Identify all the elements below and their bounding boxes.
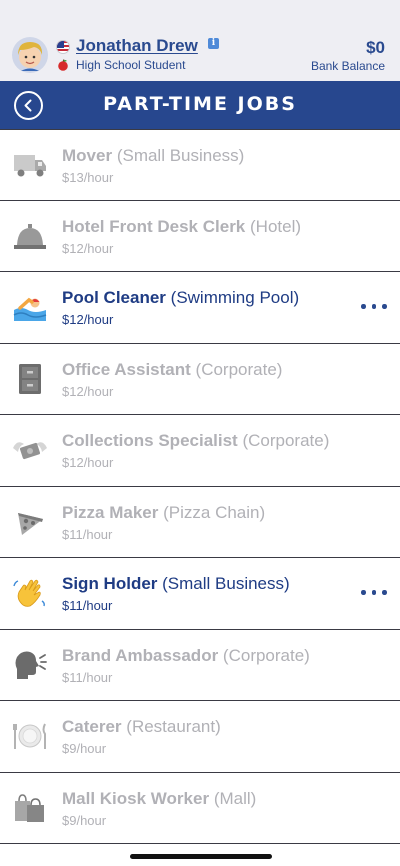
job-name: Brand Ambassador	[62, 645, 219, 665]
job-place: (Hotel)	[250, 216, 302, 236]
job-name: Caterer	[62, 717, 122, 736]
job-name: Office Assistant	[62, 359, 191, 379]
speaking-head-icon	[15, 651, 47, 679]
job-wage: $11/hour	[62, 526, 113, 542]
plate-cutlery-icon	[13, 723, 46, 749]
job-wage: $12/hour	[62, 312, 114, 327]
job-name: Pizza Maker	[62, 502, 159, 522]
truck-icon	[14, 155, 46, 177]
job-name: Pool Cleaner	[62, 288, 166, 307]
job-name: Mall Kiosk Worker	[62, 788, 210, 808]
job-row-hotel-front-desk-clerk[interactable]: Hotel Front Desk Clerk (Hotel) $12/hour	[0, 200, 400, 272]
job-wage: $13/hour	[62, 170, 114, 185]
shopping-bags-icon	[15, 793, 44, 822]
page-title: PART-TIME JOBS	[103, 93, 297, 115]
job-place: (Small Business)	[162, 574, 290, 593]
info-icon[interactable]: i	[208, 38, 219, 49]
job-row-mover[interactable]: Mover (Small Business) $13/hour	[0, 129, 400, 201]
job-wage: $9/hour	[62, 741, 107, 756]
job-row-brand-ambassador[interactable]: Brand Ambassador (Corporate) $11/hour	[0, 629, 400, 701]
job-place: (Corporate)	[242, 431, 330, 450]
more-options-button[interactable]	[360, 298, 388, 314]
job-name: Sign Holder	[62, 574, 158, 593]
job-wage: $9/hour	[62, 812, 107, 828]
job-wage: $12/hour	[62, 240, 114, 256]
player-name[interactable]: Jonathan Drew	[76, 36, 198, 56]
apple-icon	[58, 59, 68, 71]
player-header: Jonathan Drew i High School Student $0 B…	[0, 0, 400, 81]
bank-balance[interactable]: $0	[366, 38, 385, 58]
avatar[interactable]	[12, 37, 48, 73]
job-place: (Swimming Pool)	[170, 288, 300, 307]
more-options-button[interactable]	[360, 584, 388, 600]
screen: Jonathan Drew i High School Student $0 B…	[0, 0, 400, 866]
file-cabinet-icon	[19, 363, 41, 394]
job-place: (Mall)	[213, 788, 257, 808]
us-flag-icon	[56, 40, 70, 54]
title-bar: PART-TIME JOBS	[0, 81, 400, 129]
job-row-office-assistant[interactable]: Office Assistant (Corporate) $12/hour	[0, 343, 400, 415]
service-bell-icon	[14, 223, 46, 249]
bank-balance-label: Bank Balance	[310, 59, 385, 73]
swimmer-icon	[13, 297, 47, 321]
job-row-mall-kiosk-worker[interactable]: Mall Kiosk Worker (Mall) $9/hour	[0, 772, 400, 844]
job-place: (Corporate)	[222, 645, 310, 665]
job-name: Collections Specialist	[62, 431, 238, 450]
job-wage: $11/hour	[62, 598, 113, 613]
job-list: Mover (Small Business) $13/hour Hotel Fr…	[0, 129, 400, 844]
pizza-icon	[18, 512, 43, 535]
job-name: Hotel Front Desk Clerk	[62, 216, 246, 236]
job-place: (Corporate)	[195, 359, 283, 379]
job-place: (Pizza Chain)	[163, 502, 266, 522]
money-wings-icon	[13, 442, 47, 460]
job-name: Mover	[62, 146, 113, 165]
home-indicator[interactable]	[130, 854, 272, 859]
waving-hand-icon	[13, 579, 45, 607]
job-row-collections-specialist[interactable]: Collections Specialist (Corporate) $12/h…	[0, 415, 400, 487]
job-wage: $12/hour	[62, 455, 114, 470]
job-row-sign-holder[interactable]: Sign Holder (Small Business) $11/hour	[0, 558, 400, 630]
job-wage: $11/hour	[62, 669, 113, 685]
job-wage: $12/hour	[62, 383, 114, 399]
job-row-pool-cleaner[interactable]: Pool Cleaner (Swimming Pool) $12/hour	[0, 272, 400, 344]
job-row-pizza-maker[interactable]: Pizza Maker (Pizza Chain) $11/hour	[0, 486, 400, 558]
job-place: (Small Business)	[116, 146, 245, 165]
player-status: High School Student	[76, 58, 186, 72]
job-row-caterer[interactable]: Caterer (Restaurant) $9/hour	[0, 701, 400, 773]
job-place: (Restaurant)	[126, 717, 221, 736]
